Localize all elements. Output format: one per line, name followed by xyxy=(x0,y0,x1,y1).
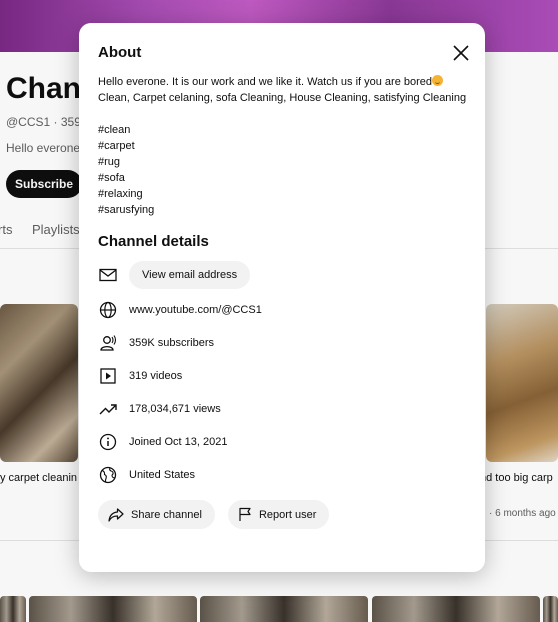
close-icon xyxy=(453,45,469,61)
description-line: Hello everone. It is our work and we lik… xyxy=(98,76,433,88)
hashtag: #sarusfying xyxy=(98,204,155,216)
close-button[interactable] xyxy=(449,41,473,65)
flag-icon xyxy=(239,507,251,521)
hashtag: #carpet xyxy=(98,140,135,152)
globe-icon xyxy=(98,300,118,320)
hashtag: #rug xyxy=(98,156,121,168)
channel-description: Hello everone. It is our work and we lik… xyxy=(98,74,478,106)
channel-url-link[interactable]: www.youtube.com/@CCS1 xyxy=(129,304,262,316)
mail-icon xyxy=(98,265,118,285)
url-row: www.youtube.com/@CCS1 xyxy=(98,296,468,324)
dialog-title: About xyxy=(98,44,142,61)
video-count: 319 videos xyxy=(129,370,183,382)
joined-date: Joined Oct 13, 2021 xyxy=(129,436,228,448)
views-row: 178,034,671 views xyxy=(98,395,468,423)
share-icon xyxy=(108,507,124,522)
channel-details-heading: Channel details xyxy=(98,233,209,250)
videos-row: 319 videos xyxy=(98,362,468,390)
about-dialog: About Hello everone. It is our work and … xyxy=(79,23,485,572)
joined-row: Joined Oct 13, 2021 xyxy=(98,428,468,456)
country-row: United States xyxy=(98,461,468,489)
description-line: Clean, Carpet celaning, sofa Cleaning, H… xyxy=(98,92,467,104)
subscribers-row: 359K subscribers xyxy=(98,329,468,357)
smile-emoji-icon xyxy=(432,75,444,86)
country: United States xyxy=(129,469,196,481)
hashtag: #relaxing xyxy=(98,188,143,200)
email-row: View email address xyxy=(98,261,468,289)
view-count: 178,034,671 views xyxy=(129,403,221,415)
report-user-label: Report user xyxy=(258,508,317,521)
share-channel-button[interactable]: Share channel xyxy=(98,500,215,529)
trending-icon xyxy=(98,399,118,419)
info-icon xyxy=(98,432,118,452)
share-channel-label: Share channel xyxy=(131,508,202,521)
view-email-button[interactable]: View email address xyxy=(129,261,251,289)
subscribers-icon xyxy=(98,333,118,353)
hashtag: #sofa xyxy=(98,172,125,184)
hashtag-list: #clean #carpet #rug #sofa #relaxing #sar… xyxy=(98,122,154,218)
report-user-button[interactable]: Report user xyxy=(227,500,330,529)
dialog-actions: Share channel Report user xyxy=(98,500,330,529)
hashtag: #clean xyxy=(98,124,131,136)
subscriber-count: 359K subscribers xyxy=(129,337,214,349)
video-icon xyxy=(98,366,118,386)
earth-icon xyxy=(98,465,118,485)
